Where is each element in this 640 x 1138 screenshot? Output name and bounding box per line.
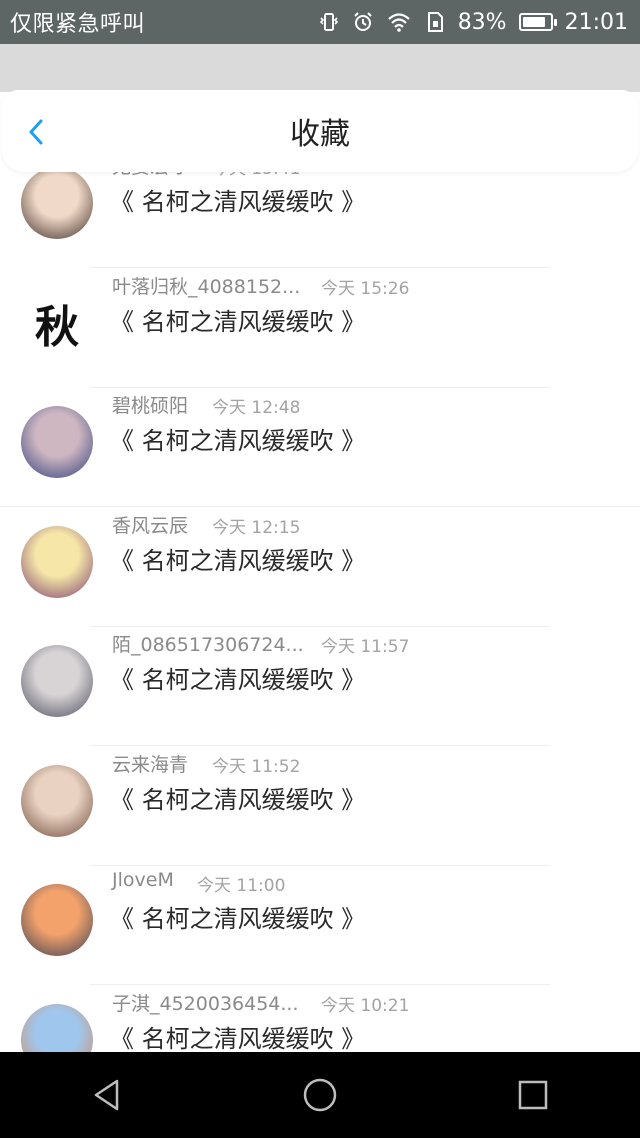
status-icons: 83% 21:01 (318, 10, 628, 35)
favorite-title[interactable]: 《 名柯之清风缓缓吹 》 (110, 182, 365, 217)
list-item[interactable]: 无妄宏才 今天 15:41 《 名柯之清风缓缓吹 》 (0, 172, 640, 268)
status-bar: 仅限紧急呼叫 83% 21:01 (0, 0, 640, 44)
timestamp: 今天 15:26 (321, 278, 410, 299)
sender-name: 叶落归秋_4088152... (112, 275, 301, 298)
clock: 21:01 (564, 9, 628, 35)
sender-name: 香风云辰 (112, 514, 189, 537)
battery-fill (522, 17, 545, 27)
list-item[interactable]: JloveM 今天 11:00 《 名柯之清风缓缓吹 》 (0, 865, 640, 985)
sender-name: 陌_086517306724... (112, 634, 304, 656)
list-item[interactable]: 香风云辰 今天 12:15 《 名柯之清风缓缓吹 》 (0, 507, 640, 627)
avatar[interactable] (21, 172, 93, 239)
sender-name: JloveM (112, 869, 174, 891)
battery-percent: 83% (457, 9, 507, 35)
nav-home-button[interactable] (290, 1065, 350, 1125)
avatar[interactable] (21, 525, 93, 598)
avatar[interactable]: 秋 (21, 286, 93, 359)
timestamp: 今天 12:15 (212, 517, 301, 538)
vibrate-icon (319, 13, 338, 31)
app-header: 收藏 (2, 90, 638, 172)
sim-icon (427, 12, 443, 32)
favorite-title[interactable]: 《 名柯之清风缓缓吹 》 (110, 421, 365, 456)
header-backdrop (0, 44, 640, 92)
favorite-title[interactable]: 《 名柯之清风缓缓吹 》 (110, 541, 365, 576)
favorite-title[interactable]: 《 名柯之清风缓缓吹 》 (110, 302, 365, 337)
timestamp: 今天 10:21 (321, 995, 410, 1016)
timestamp: 今天 12:48 (212, 398, 301, 418)
alarm-icon (353, 12, 372, 31)
square-recents-icon (519, 1080, 548, 1110)
avatar[interactable] (21, 884, 93, 956)
avatar[interactable] (21, 406, 93, 478)
battery-icon (518, 13, 557, 31)
list-item[interactable]: 陌_086517306724... 今天 11:57 《 名柯之清风缓缓吹 》 (0, 626, 640, 746)
list-item[interactable]: 秋 叶落归秋_4088152... 今天 15:26 《 名柯之清风缓缓吹 》 (0, 268, 640, 388)
timestamp: 今天 11:00 (197, 876, 286, 896)
avatar[interactable] (21, 1003, 93, 1052)
favorite-title[interactable]: 《 名柯之清风缓缓吹 》 (110, 899, 365, 934)
sender-name: 无妄宏才 (112, 172, 188, 179)
avatar[interactable] (21, 645, 93, 717)
timestamp: 今天 11:57 (321, 637, 410, 657)
triangle-back-icon (94, 1079, 118, 1111)
sender-name: 碧桃硕阳 (112, 395, 189, 417)
wifi-icon (387, 13, 410, 32)
timestamp: 今天 15:41 (212, 172, 300, 179)
nav-back-button[interactable] (77, 1065, 137, 1125)
sender-name: 子淇_4520036454... (112, 992, 299, 1015)
list-item[interactable]: 碧桃硕阳 今天 12:48 《 名柯之清风缓缓吹 》 (0, 387, 640, 507)
favorite-title[interactable]: 《 名柯之清风缓缓吹 》 (110, 1019, 365, 1053)
carrier-label: 仅限紧急呼叫 (10, 12, 146, 37)
list-item[interactable]: 云来海青 今天 11:52 《 名柯之清风缓缓吹 》 (0, 746, 640, 866)
list-item[interactable]: 子淇_4520036454... 今天 10:21 《 名柯之清风缓缓吹 》 (0, 985, 640, 1053)
sender-name: 云来海青 (112, 753, 189, 776)
nav-recents-button[interactable] (503, 1065, 563, 1125)
navigation-bar (0, 1052, 640, 1138)
timestamp: 今天 11:52 (212, 756, 301, 777)
favorites-list: 无妄宏才今天 15:41《 名柯之清风缓缓吹 》秋叶落归秋_4088152...… (0, 172, 640, 1052)
favorite-title[interactable]: 《 名柯之清风缓缓吹 》 (110, 660, 365, 695)
circle-home-icon (303, 1078, 337, 1112)
page-title: 收藏 (290, 117, 350, 152)
avatar-glyph: 秋 (35, 301, 79, 353)
favorite-title[interactable]: 《 名柯之清风缓缓吹 》 (110, 780, 365, 815)
avatar[interactable] (21, 764, 93, 837)
